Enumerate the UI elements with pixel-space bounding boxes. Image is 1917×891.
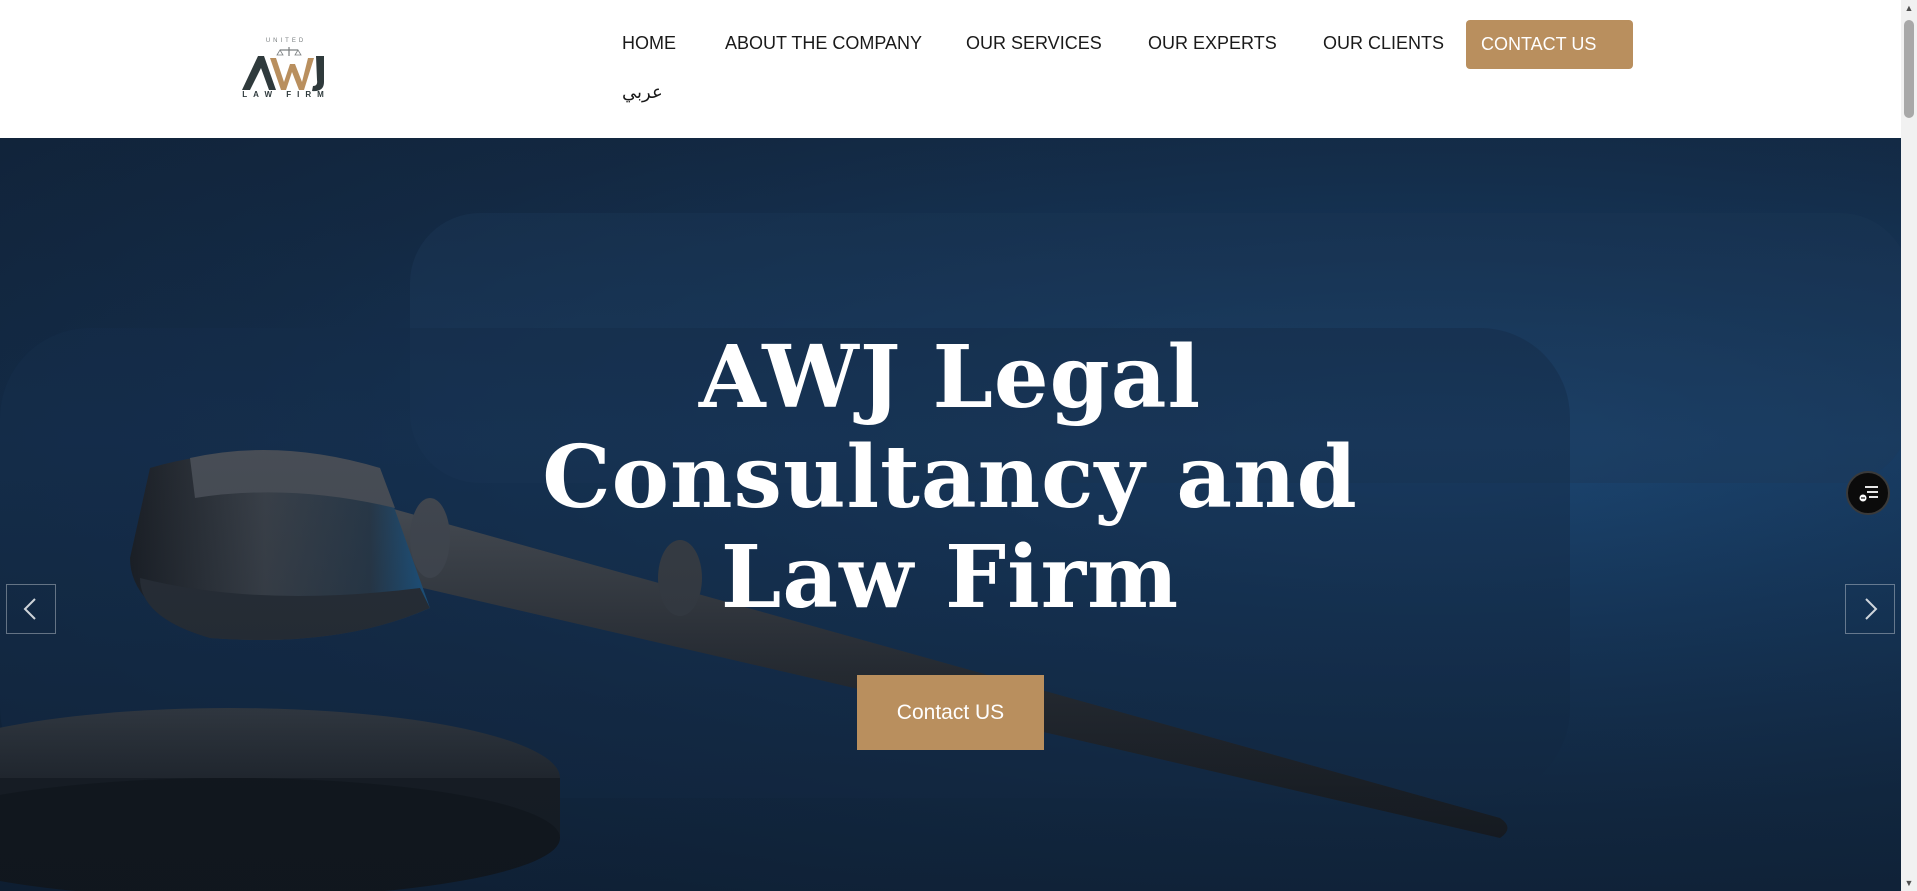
- nav-item-home[interactable]: HOME: [622, 33, 676, 54]
- nav-item-experts[interactable]: OUR EXPERTS: [1148, 33, 1277, 54]
- hero-title-line: Law Firm: [720, 527, 1180, 628]
- contact-us-hero-button[interactable]: Contact US: [857, 675, 1044, 750]
- site-header: UNITED LAW FIRM HOME ABOUT THE COMPANY O…: [0, 0, 1901, 138]
- language-switch-arabic[interactable]: عربي: [622, 82, 663, 103]
- nav-item-services[interactable]: OUR SERVICES: [966, 33, 1102, 54]
- logo-mark-icon: [242, 47, 324, 92]
- hero-title-line: Consultancy and: [542, 427, 1358, 528]
- brand-logo[interactable]: UNITED LAW FIRM: [236, 36, 336, 102]
- slider-prev-button[interactable]: [6, 584, 56, 634]
- slider-next-button[interactable]: [1845, 584, 1895, 634]
- chevron-left-icon: [23, 598, 36, 620]
- scrollbar-thumb[interactable]: [1904, 20, 1914, 118]
- hero-slider: AWJ Legal Consultancy and Law Firm Conta…: [0, 138, 1901, 891]
- scroll-down-arrow-icon[interactable]: ▼: [1901, 875, 1917, 891]
- nav-item-about[interactable]: ABOUT THE COMPANY: [725, 33, 922, 54]
- hero-title-line: AWJ Legal: [698, 327, 1202, 428]
- accessibility-menu-button[interactable]: [1846, 471, 1890, 515]
- scroll-up-arrow-icon[interactable]: ▲: [1901, 0, 1917, 16]
- chevron-right-icon: [1865, 598, 1878, 620]
- logo-bottom-text: LAW FIRM: [242, 90, 330, 99]
- page-scrollbar[interactable]: ▲ ▼: [1901, 0, 1917, 891]
- hero-title: AWJ Legal Consultancy and Law Firm: [450, 328, 1450, 628]
- contact-us-nav-button[interactable]: CONTACT US: [1466, 20, 1633, 69]
- nav-item-clients[interactable]: OUR CLIENTS: [1323, 33, 1444, 54]
- accessibility-menu-icon: [1859, 486, 1878, 502]
